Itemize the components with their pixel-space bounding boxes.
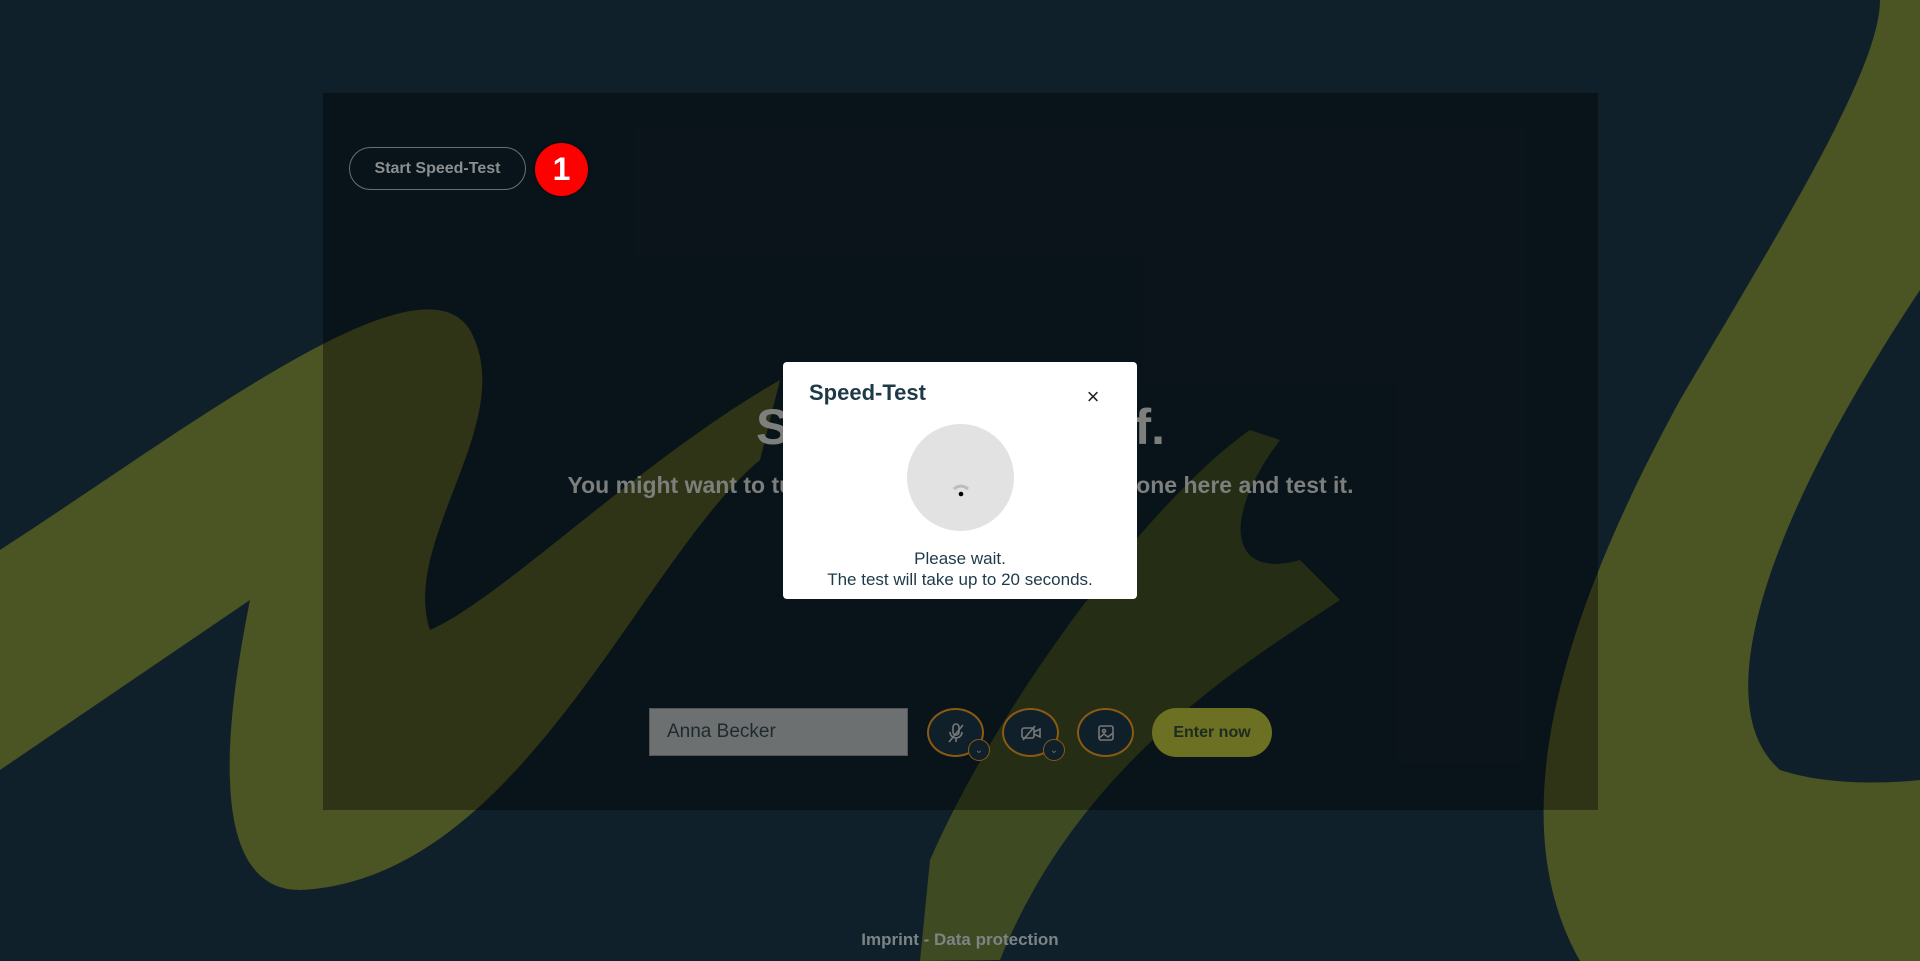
start-speed-test-button[interactable]: Start Speed-Test bbox=[349, 147, 526, 190]
signal-icon bbox=[952, 484, 970, 497]
background-image-button[interactable] bbox=[1077, 708, 1134, 757]
camera-off-icon bbox=[1020, 724, 1041, 741]
step-badge: 1 bbox=[535, 143, 588, 196]
dialog-message: Please wait. The test will take up to 20 … bbox=[827, 549, 1093, 589]
footer-links[interactable]: Imprint - Data protection bbox=[0, 930, 1920, 950]
name-input[interactable] bbox=[649, 708, 908, 756]
chevron-down-icon: ⌄ bbox=[1049, 744, 1059, 756]
chevron-down-icon: ⌄ bbox=[974, 744, 984, 756]
microphone-options-chevron[interactable]: ⌄ bbox=[968, 739, 990, 761]
close-icon[interactable]: × bbox=[1084, 386, 1102, 408]
enter-now-button[interactable]: Enter now bbox=[1152, 708, 1272, 757]
camera-options-chevron[interactable]: ⌄ bbox=[1043, 739, 1065, 761]
speed-test-dialog: Speed-Test × Please wait. The test will t… bbox=[783, 362, 1137, 599]
microphone-off-icon bbox=[947, 722, 964, 743]
loading-spinner bbox=[907, 424, 1014, 531]
image-icon bbox=[1097, 724, 1114, 741]
dialog-title: Speed-Test bbox=[809, 380, 926, 405]
